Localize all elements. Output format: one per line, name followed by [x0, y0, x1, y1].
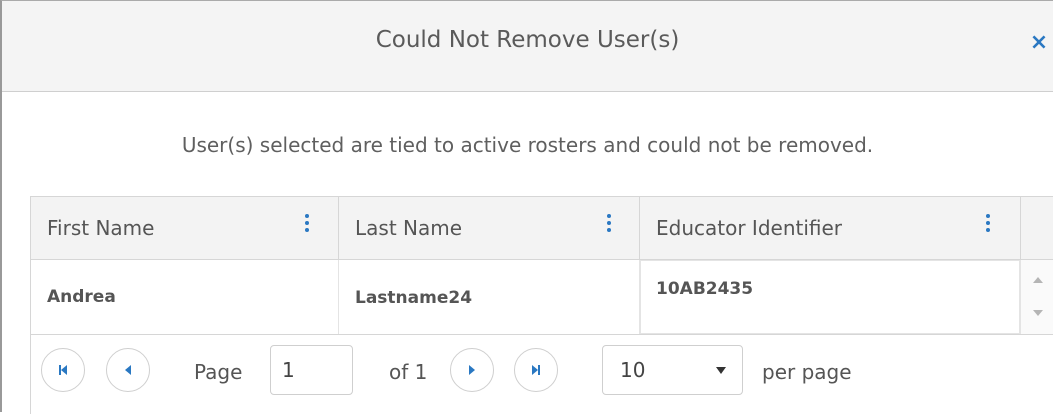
page-count-label: of 1 — [389, 360, 428, 384]
could-not-remove-dialog: Could Not Remove User(s) × User(s) selec… — [0, 0, 1053, 414]
users-grid: First Name Last Name Educator Identifier… — [30, 196, 1053, 414]
column-label: Educator Identifier — [656, 216, 843, 240]
cell-text: Lastname24 — [355, 288, 473, 308]
table-row[interactable]: Andrea Lastname24 10AB2435 — [31, 260, 1053, 335]
last-page-button[interactable] — [514, 348, 558, 392]
close-icon[interactable]: × — [1027, 29, 1051, 57]
first-page-icon — [42, 349, 84, 391]
grid-scrollbar[interactable] — [1020, 260, 1053, 334]
column-menu-icon[interactable] — [980, 211, 996, 241]
column-menu-icon[interactable] — [601, 211, 617, 241]
grid-header: First Name Last Name Educator Identifier — [31, 197, 1053, 260]
scroll-down-icon[interactable] — [1033, 310, 1043, 316]
cell-text: 10AB2435 — [656, 279, 754, 299]
dialog-title: Could Not Remove User(s) — [375, 27, 680, 53]
page-number-input[interactable]: 1 — [270, 345, 353, 395]
next-page-icon — [451, 349, 493, 391]
pager: Page 1 of 1 10 per page — [31, 335, 1053, 414]
scroll-up-icon[interactable] — [1033, 277, 1043, 283]
chevron-down-icon — [716, 367, 726, 374]
page-label: Page — [194, 360, 243, 384]
cell-text: Andrea — [47, 287, 116, 307]
previous-page-icon — [107, 349, 149, 391]
cell-last-name: Lastname24 — [339, 260, 640, 334]
dialog-header: Could Not Remove User(s) × — [2, 1, 1053, 92]
column-label: Last Name — [355, 216, 463, 240]
page-size-value: 10 — [620, 358, 646, 382]
dialog-message: User(s) selected are tied to active rost… — [181, 133, 874, 157]
previous-page-button[interactable] — [106, 348, 150, 392]
column-header-educator-identifier[interactable]: Educator Identifier — [640, 197, 1021, 259]
next-page-button[interactable] — [450, 348, 494, 392]
cell-educator-identifier: 10AB2435 — [640, 260, 1021, 334]
column-label: First Name — [47, 216, 155, 240]
last-page-icon — [515, 349, 557, 391]
cell-first-name: Andrea — [31, 260, 339, 334]
column-menu-icon[interactable] — [299, 211, 315, 241]
column-header-last-name[interactable]: Last Name — [339, 197, 640, 259]
column-header-first-name[interactable]: First Name — [31, 197, 339, 259]
per-page-label: per page — [762, 360, 852, 384]
first-page-button[interactable] — [41, 348, 85, 392]
page-size-select[interactable]: 10 — [602, 345, 743, 395]
